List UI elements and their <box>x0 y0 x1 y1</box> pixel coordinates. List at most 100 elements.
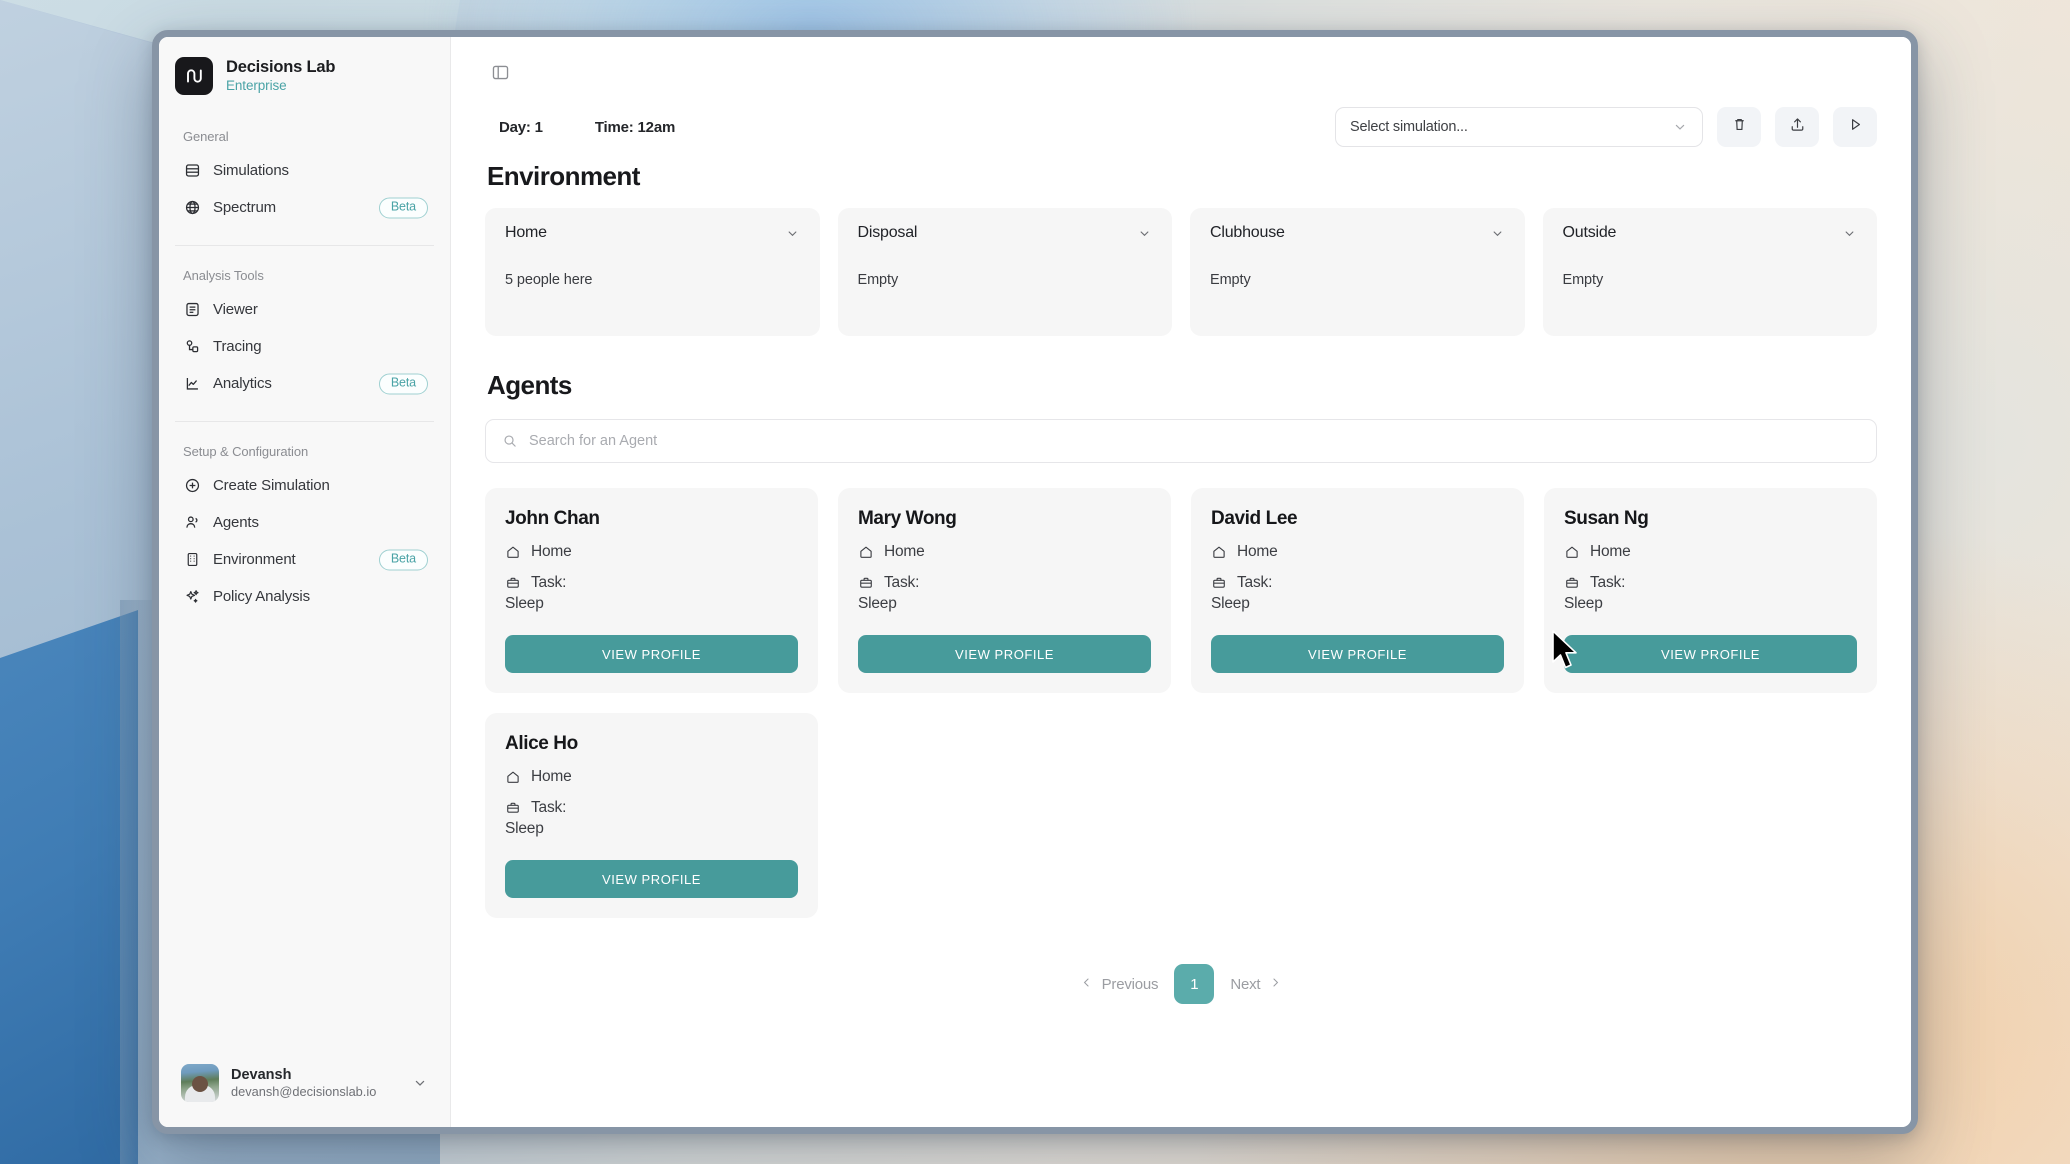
sidebar-divider <box>175 245 434 246</box>
agent-location: Home <box>884 543 925 560</box>
agents-title: Agents <box>487 370 572 400</box>
agent-name: Mary Wong <box>858 508 957 529</box>
run-simulation-button[interactable] <box>1833 107 1877 147</box>
agent-task-row: Task: <box>505 799 798 817</box>
beta-badge: Beta <box>378 197 428 218</box>
sidebar-item-simulations[interactable]: Simulations <box>173 153 436 188</box>
nodes-icon <box>183 337 202 356</box>
trash-icon <box>1731 116 1748 138</box>
sidebar-item-label: Create Simulation <box>213 477 330 494</box>
environment-status: 5 people here <box>505 272 593 288</box>
sidebar-item-label: Spectrum <box>213 199 276 216</box>
chevron-down-icon <box>785 226 800 241</box>
sidebar-item-policy-analysis[interactable]: Policy Analysis <box>173 579 436 614</box>
search-input[interactable] <box>529 433 1860 449</box>
view-profile-button[interactable]: VIEW PROFILE <box>858 635 1151 673</box>
play-icon <box>1847 116 1864 138</box>
agent-task-label: Task: <box>531 799 567 816</box>
beta-badge: Beta <box>378 373 428 394</box>
sidebar-item-tracing[interactable]: Tracing <box>173 329 436 364</box>
environment-status: Empty <box>1562 272 1604 288</box>
page-number-1[interactable]: 1 <box>1174 964 1215 1004</box>
sidebar-item-label: Analytics <box>213 375 272 392</box>
home-icon <box>505 769 522 785</box>
database-icon <box>183 161 202 180</box>
view-profile-button[interactable]: VIEW PROFILE <box>505 635 798 673</box>
brand-name: Decisions Lab <box>226 58 336 77</box>
previous-page-button[interactable]: Previous <box>1080 976 1159 993</box>
agent-task-value: Sleep <box>505 820 544 837</box>
sidebar-toggle-icon[interactable] <box>487 59 513 85</box>
upload-simulation-button[interactable] <box>1775 107 1819 147</box>
agent-location: Home <box>1237 543 1278 560</box>
users-icon <box>183 513 202 532</box>
sidebar-item-create-simulation[interactable]: Create Simulation <box>173 468 436 503</box>
simulation-select[interactable]: Select simulation... <box>1335 107 1703 147</box>
view-profile-button[interactable]: VIEW PROFILE <box>1211 635 1504 673</box>
view-profile-button[interactable]: VIEW PROFILE <box>505 860 798 898</box>
delete-simulation-button[interactable] <box>1717 107 1761 147</box>
sidebar-item-environment[interactable]: Environment Beta <box>173 542 436 577</box>
time-indicator: Time: 12am <box>594 118 676 136</box>
home-icon <box>505 544 522 560</box>
sidebar-divider <box>175 421 434 422</box>
briefcase-icon <box>1211 575 1228 591</box>
environment-card-header[interactable]: Clubhouse <box>1206 224 1509 242</box>
environment-card[interactable]: Clubhouse Empty <box>1190 208 1525 336</box>
environment-card[interactable]: Disposal Empty <box>837 208 1172 336</box>
sidebar-item-analytics[interactable]: Analytics Beta <box>173 366 436 401</box>
user-name: Devansh <box>231 1066 292 1083</box>
user-profile-menu[interactable]: Devansh devansh@decisionslab.io <box>171 1055 438 1111</box>
chevron-down-icon <box>1672 119 1688 135</box>
environment-card-header[interactable]: Disposal <box>854 224 1157 242</box>
search-icon <box>502 433 518 449</box>
environment-card[interactable]: Home 5 people here <box>485 208 820 336</box>
environment-grid: Home 5 people here Disposal Empty Clubho… <box>485 208 1877 336</box>
plus-circle-icon <box>183 476 202 495</box>
briefcase-icon <box>505 800 522 816</box>
building-icon <box>183 550 202 569</box>
upload-icon <box>1789 116 1806 138</box>
environment-card-header[interactable]: Outside <box>1559 224 1862 242</box>
brand-header[interactable]: Decisions Lab Enterprise <box>159 37 450 103</box>
agent-task-value: Sleep <box>1211 595 1250 612</box>
nav-group-label: Setup & Configuration <box>183 444 309 459</box>
chevron-down-icon <box>1842 226 1857 241</box>
agent-task-value: Sleep <box>858 595 897 612</box>
next-page-button[interactable]: Next <box>1230 976 1282 993</box>
environment-name: Outside <box>1562 224 1617 241</box>
home-icon <box>1564 544 1581 560</box>
agent-task-value: Sleep <box>1564 595 1603 612</box>
environment-status: Empty <box>857 272 899 288</box>
sidebar-item-label: Policy Analysis <box>213 588 310 605</box>
line-chart-icon <box>183 374 202 393</box>
toolbar: Day: 1 Time: 12am Select simulation... <box>485 107 1877 147</box>
chevron-right-icon <box>1269 976 1282 993</box>
next-page-label: Next <box>1230 975 1261 993</box>
environment-name: Home <box>505 224 547 241</box>
environment-name: Clubhouse <box>1210 224 1285 241</box>
environment-card[interactable]: Outside Empty <box>1542 208 1877 336</box>
agent-search-bar[interactable] <box>485 419 1877 463</box>
previous-page-label: Previous <box>1101 975 1159 993</box>
view-profile-button[interactable]: VIEW PROFILE <box>1564 635 1857 673</box>
environment-status: Empty <box>1210 272 1251 288</box>
document-text-icon <box>183 300 202 319</box>
agent-location-row: Home <box>1564 543 1857 561</box>
day-indicator: Day: 1 <box>499 118 543 136</box>
sidebar-item-label: Simulations <box>213 162 289 179</box>
sidebar-item-agents[interactable]: Agents <box>173 505 436 540</box>
user-email: devansh@decisionslab.io <box>231 1084 377 1100</box>
agent-task-row: Task: <box>1211 574 1504 592</box>
agent-card: Susan Ng Home Task: Sleep VIEW PROFILE <box>1544 488 1877 693</box>
agent-task-row: Task: <box>1564 574 1857 592</box>
simulation-clock: Day: 1 Time: 12am <box>485 119 675 136</box>
agent-name: Alice Ho <box>505 733 578 754</box>
agent-card: John Chan Home Task: Sleep VIEW PROFILE <box>485 488 818 693</box>
environment-name: Disposal <box>857 224 918 241</box>
sidebar-item-label: Agents <box>213 514 259 531</box>
briefcase-icon <box>1564 575 1581 591</box>
sidebar-item-spectrum[interactable]: Spectrum Beta <box>173 190 436 225</box>
environment-card-header[interactable]: Home <box>501 224 804 242</box>
sidebar-item-viewer[interactable]: Viewer <box>173 292 436 327</box>
